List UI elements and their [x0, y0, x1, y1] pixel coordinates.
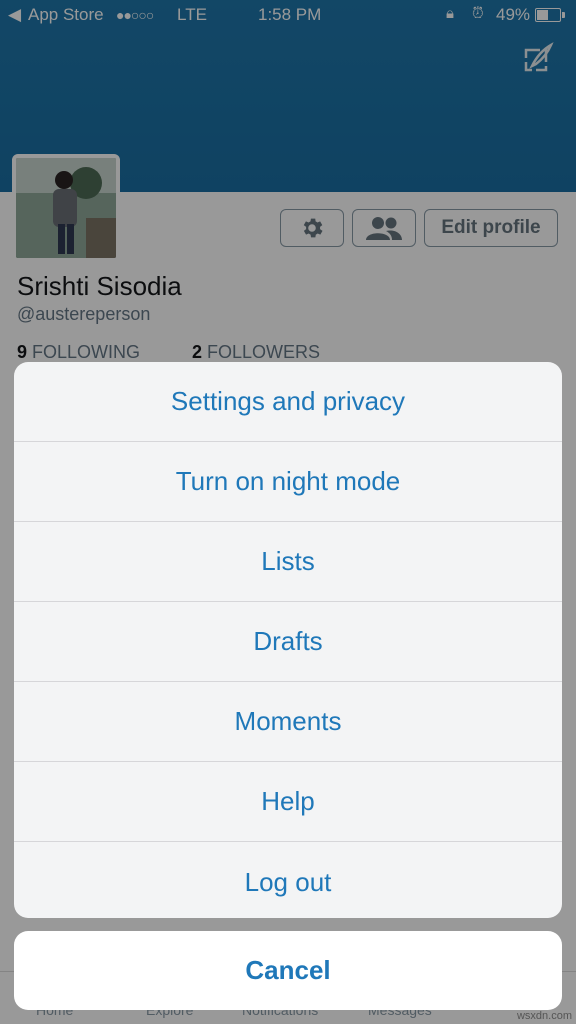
watermark: wsxdn.com	[516, 1010, 572, 1022]
cancel-button[interactable]: Cancel	[14, 931, 562, 1010]
drafts-option[interactable]: Drafts	[14, 602, 562, 682]
lists-option[interactable]: Lists	[14, 522, 562, 602]
action-sheet: Settings and privacy Turn on night mode …	[14, 362, 562, 918]
settings-and-privacy-option[interactable]: Settings and privacy	[14, 362, 562, 442]
help-option[interactable]: Help	[14, 762, 562, 842]
night-mode-option[interactable]: Turn on night mode	[14, 442, 562, 522]
moments-option[interactable]: Moments	[14, 682, 562, 762]
log-out-option[interactable]: Log out	[14, 842, 562, 918]
